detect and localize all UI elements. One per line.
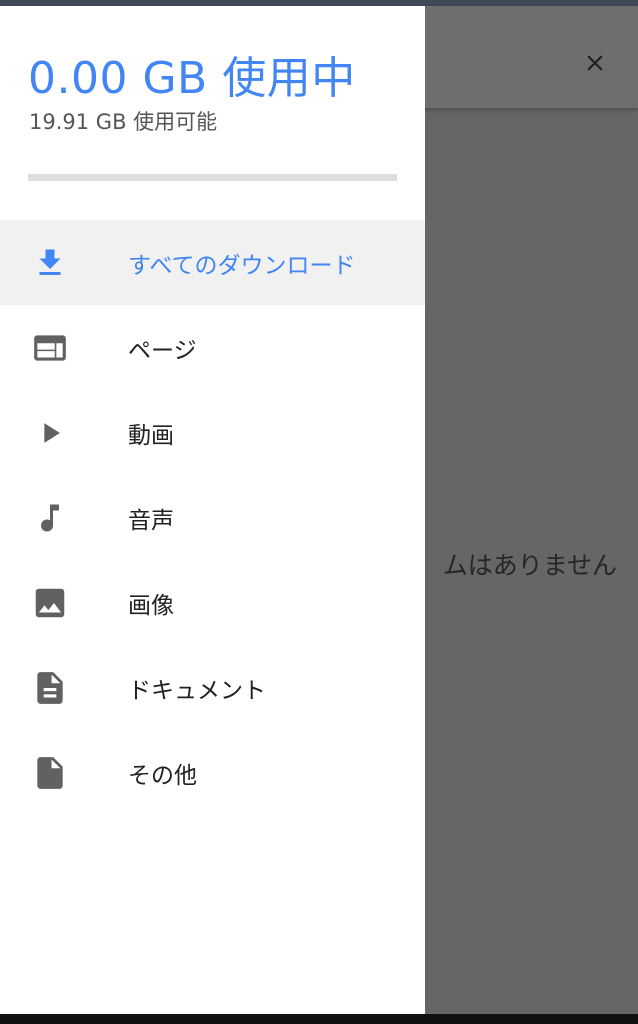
storage-available-label: 19.91 GB 使用可能 <box>29 110 218 134</box>
menu-item-images[interactable]: 画像 <box>0 560 425 645</box>
menu-item-label: 音声 <box>128 507 174 534</box>
music-note-icon <box>30 498 70 538</box>
navigation-drawer: 0.00 GB 使用中 19.91 GB 使用可能 すべてのダウンロード ページ <box>0 6 425 1014</box>
close-button[interactable] <box>576 44 614 82</box>
storage-used-label: 0.00 GB 使用中 <box>28 53 356 104</box>
download-icon <box>30 243 70 283</box>
menu-item-other[interactable]: その他 <box>0 730 425 815</box>
file-icon <box>30 753 70 793</box>
menu-item-audio[interactable]: 音声 <box>0 475 425 560</box>
document-icon <box>30 668 70 708</box>
menu-item-video[interactable]: 動画 <box>0 390 425 475</box>
storage-progress-bar <box>28 174 397 181</box>
menu-item-label: すべてのダウンロード <box>128 252 356 279</box>
web-page-icon <box>30 328 70 368</box>
navigation-bar <box>0 1014 638 1024</box>
downloads-screen: ムはありません 0.00 GB 使用中 19.91 GB 使用可能 すべてのダウ… <box>0 0 638 1024</box>
menu-item-label: ページ <box>128 337 197 364</box>
menu-item-label: 画像 <box>128 592 174 619</box>
close-icon <box>587 55 603 71</box>
menu-item-label: 動画 <box>128 422 174 449</box>
menu-item-label: ドキュメント <box>128 677 266 704</box>
menu-item-pages[interactable]: ページ <box>0 305 425 390</box>
play-icon <box>30 413 70 453</box>
image-icon <box>30 583 70 623</box>
menu-item-label: その他 <box>128 762 197 789</box>
menu-item-all-downloads[interactable]: すべてのダウンロード <box>0 220 425 305</box>
menu-item-documents[interactable]: ドキュメント <box>0 645 425 730</box>
category-menu: すべてのダウンロード ページ 動画 音声 画像 ドキュメント その他 <box>0 220 425 815</box>
